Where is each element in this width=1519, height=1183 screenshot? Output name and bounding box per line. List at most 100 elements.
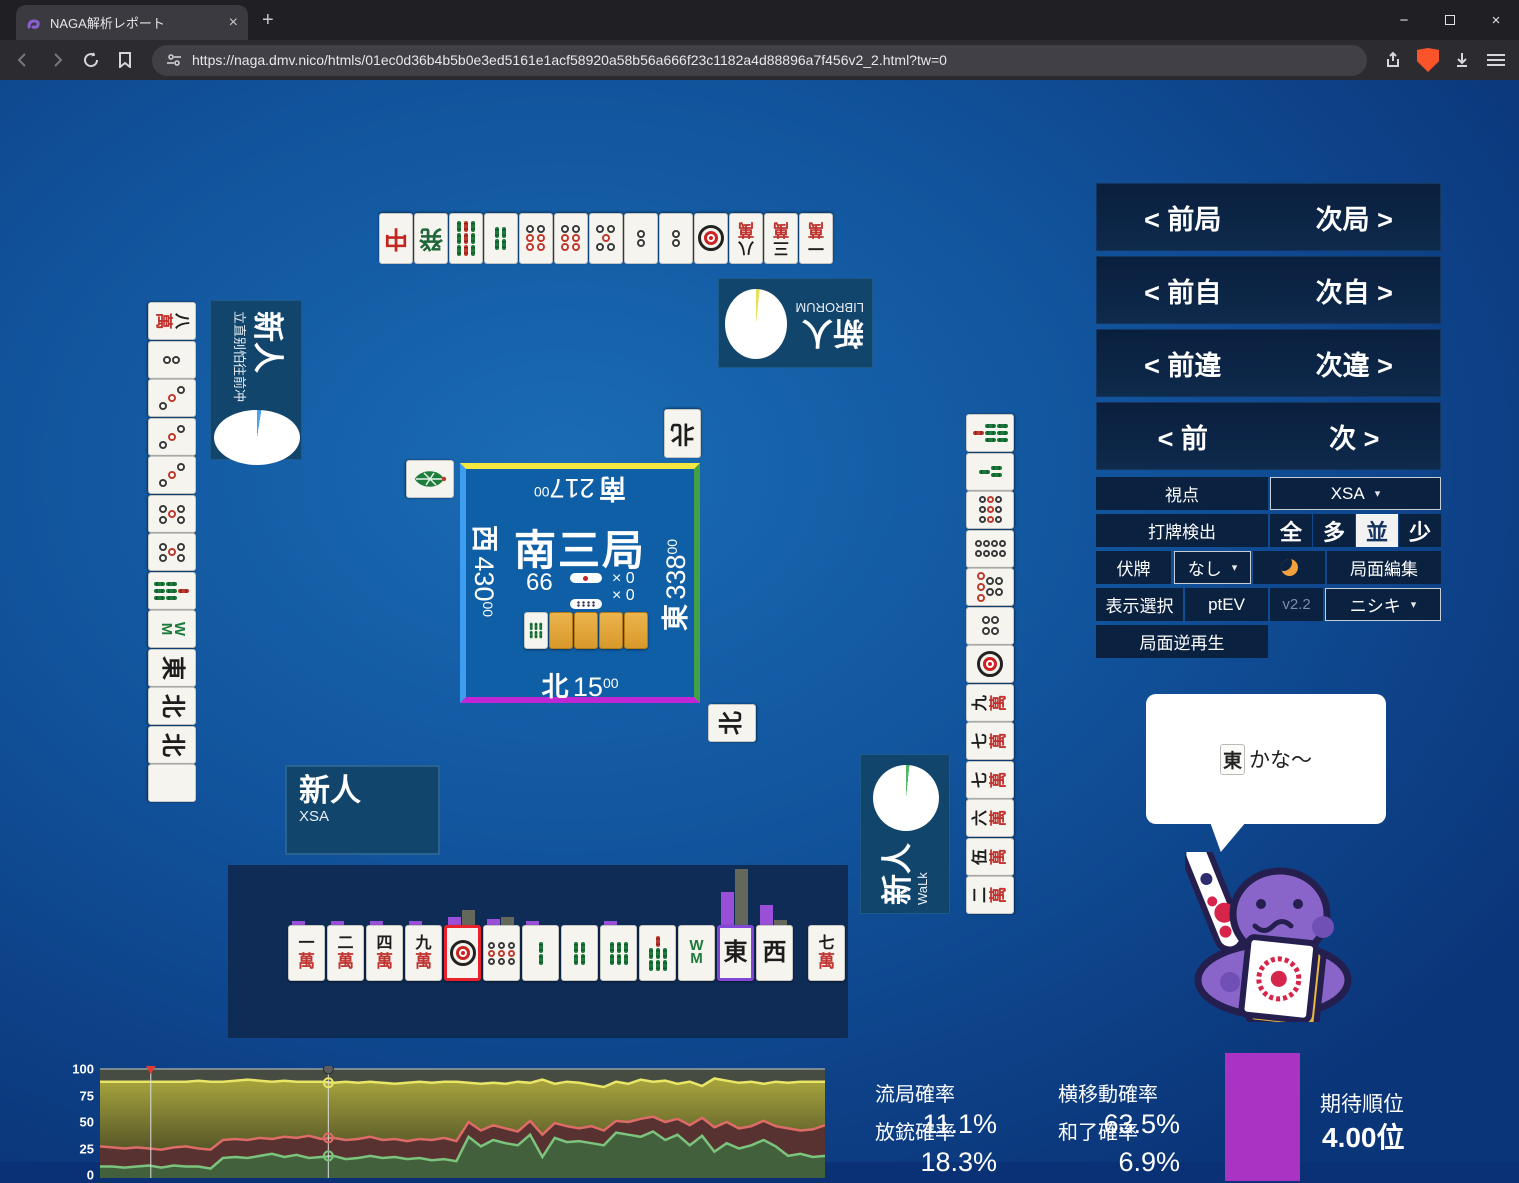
dahai-option-多[interactable]: 多 [1313,514,1355,547]
dahai-option-少[interactable]: 少 [1399,514,1441,547]
naga-comment-bubble: 東 かな〜 [1146,694,1386,824]
window-close-button[interactable]: × [1473,0,1519,40]
fusehai-select[interactable]: なし ▾ [1174,551,1251,584]
tile-E: 東 [148,648,196,687]
hand-tile-9p[interactable] [483,917,520,981]
hand-tile-6s[interactable] [600,921,637,981]
tile-2m: 二萬 [966,876,1014,914]
board-edit-button[interactable]: 局面編集 [1327,551,1441,584]
maximize-button[interactable] [1427,0,1473,40]
tab-close-icon[interactable]: × [229,14,238,32]
share-icon[interactable] [1381,47,1407,73]
north-seat-score: 北 1500 [541,672,619,702]
top-player-tag: LIBRORUM [795,300,864,316]
drawn-tile[interactable]: 七萬 [808,925,845,981]
hand-tile-7m[interactable]: 七萬 [808,925,845,981]
expected-rank-value: 4.00位 [1322,1122,1405,1153]
download-icon[interactable] [1449,47,1475,73]
hand-tile-4s[interactable] [561,925,598,981]
tile-7s [148,571,196,610]
dahai-option-並[interactable]: 並 [1356,514,1398,547]
nav-next-button[interactable]: 次違 > [1269,344,1441,383]
discard-slot [148,764,196,802]
discard-slot: 東 [148,648,196,687]
y-tick-25: 25 [79,1141,94,1156]
reload-icon[interactable] [78,47,104,73]
probability-chart[interactable] [100,1066,825,1178]
last-discard-east: 北 [708,704,757,742]
honba-stick-count: × 0 [612,587,635,604]
nav-next-button[interactable]: 次自 > [1269,271,1441,310]
discard-slot [148,456,196,494]
discard-slot: 七萬 [966,760,1014,799]
nav-next-button[interactable]: 次局 > [1269,198,1441,237]
discard-slot: 二萬 [966,876,1014,914]
hand-tile-1m[interactable]: 一萬 [288,921,325,981]
model-value: ニシキ [1349,597,1401,616]
nav-row-3: < 前次 > [1096,402,1441,470]
tile-4p [966,606,1014,645]
nav-prev-button[interactable]: < 前局 [1097,198,1269,237]
browser-tab[interactable]: NAGA解析レポート × [16,5,248,40]
version-label: v2.2 [1270,588,1323,621]
nav-prev-button[interactable]: < 前違 [1097,344,1269,383]
tile-2p [659,213,693,264]
brave-shield-icon[interactable] [1415,47,1441,73]
tile-1p [694,213,728,264]
discard-slot: 六萬 [966,799,1014,837]
candidate-bars [760,905,787,925]
tile-N: 北 [148,725,196,764]
tile-7m: 七萬 [808,925,845,981]
tile-3p [148,417,196,456]
hand-tile-2m[interactable]: 二萬 [327,921,364,981]
forward-icon[interactable] [44,47,70,73]
model-select[interactable]: ニシキ ▾ [1325,588,1441,621]
url-field[interactable]: https://naga.dmv.nico/htmls/01ec0d36b4b5… [152,44,1367,76]
menu-icon[interactable] [1483,47,1509,73]
night-mode-toggle[interactable] [1253,551,1325,584]
ptev-button[interactable]: ptEV [1185,588,1268,621]
tile-7p [966,568,1014,606]
viewpoint-select[interactable]: XSA ▾ [1270,477,1441,510]
hand-tile-E[interactable]: 東 [717,869,754,981]
tab-bar: NAGA解析レポート × + − × [0,0,1519,40]
dora-indicator-row [524,612,648,649]
top-player-discards: 中発 八萬三萬一萬 [379,213,833,264]
last-discard-west [406,460,456,499]
back-icon[interactable] [10,47,36,73]
reverse-play-button[interactable]: 局面逆再生 [1096,625,1268,658]
nav-prev-button[interactable]: < 前自 [1097,271,1269,310]
hand-tile-W[interactable]: 西 [756,905,793,981]
model-choice-bar [462,910,475,925]
bottom-player-name: 新人 [299,773,361,808]
tile-back [549,612,573,649]
hand-tile-4m[interactable]: 四萬 [366,921,403,981]
riichi-stick-count: × 0 [612,570,635,587]
discard-slot [148,417,196,456]
minimize-button[interactable]: − [1381,0,1427,40]
nav-prev-button[interactable]: < 前 [1097,417,1269,456]
hand-tile-8s[interactable]: WM [678,925,715,981]
bookmark-icon[interactable] [112,47,138,73]
hand-tile-2s[interactable] [522,921,559,981]
dahai-option-全[interactable]: 全 [1270,514,1312,547]
hand-tile-9m[interactable]: 九萬 [405,921,442,981]
hand-tile-1p[interactable] [444,910,481,981]
bottom-player-panel: 新人 XSA [285,765,440,855]
fusehai-value: なし [1187,560,1222,579]
tile-8m: 八萬 [729,213,763,264]
tile-1m: 一萬 [799,213,833,264]
tile-5p [148,494,196,533]
site-settings-icon[interactable] [166,53,182,67]
browser-chrome: NAGA解析レポート × + − × https://naga.dmv.nico… [0,0,1519,80]
top-player-panel: 新人 LIBRORUM [718,278,873,368]
tile-7s [639,925,676,981]
new-tab-button[interactable]: + [262,9,274,32]
tile-prop [1238,934,1327,1022]
nav-next-button[interactable]: 次 > [1269,417,1441,456]
tile-1p [444,925,481,981]
hand-tile-7s[interactable] [639,925,676,981]
display-select-label: 表示選択 [1096,588,1183,621]
tile-6m: 六萬 [966,799,1014,837]
round-name: 南三局 [513,527,646,574]
